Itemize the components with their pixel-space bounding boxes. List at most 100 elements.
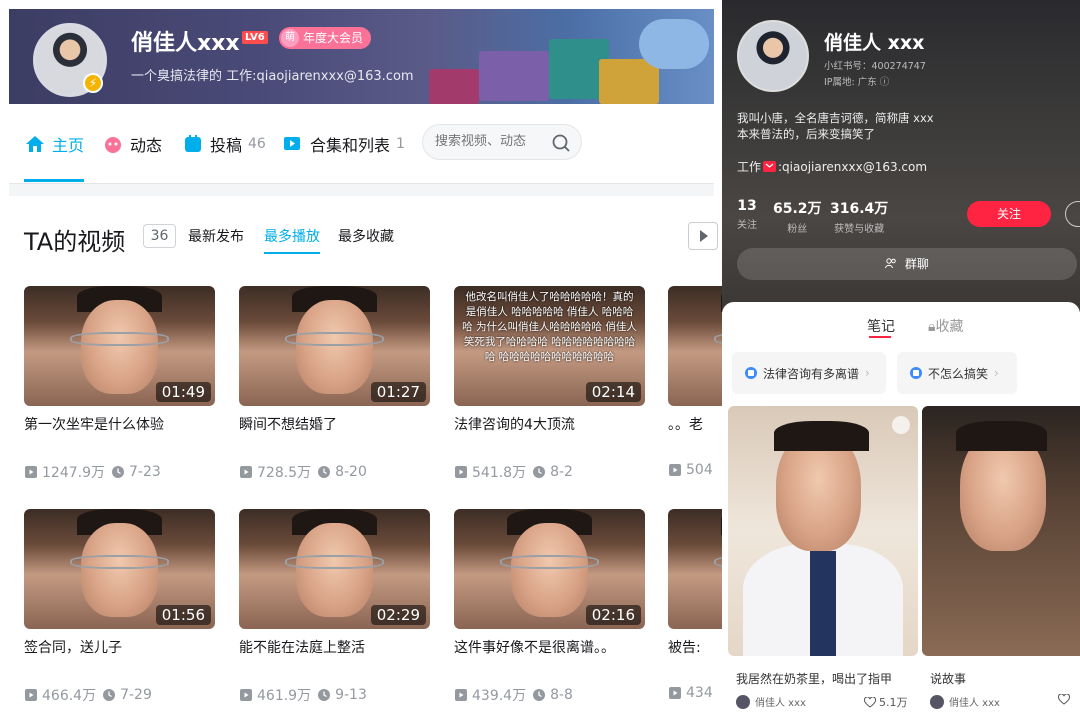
stat-fans[interactable]: 65.2万 粉丝 [773, 198, 822, 235]
profile-header: 俏佳人 xxx 小红书号：400274747 IP属地: 广东 ⓘ 我叫小唐，全… [722, 0, 1080, 312]
search-input[interactable] [435, 134, 545, 149]
video-thumbnail[interactable]: 02:29 [239, 509, 430, 629]
stat-label: 粉丝 [787, 224, 808, 235]
video-duration: 01:27 [370, 382, 426, 402]
stat-following[interactable]: 13 关注 [737, 198, 757, 231]
video-thumbnail[interactable]: 02:16 [454, 509, 645, 629]
tab-dynamic[interactable]: 动态 [103, 132, 162, 156]
tab-collections[interactable]: 合集和列表 1 [283, 132, 405, 156]
tab-dynamic-label: 动态 [130, 136, 163, 155]
group-chat-button[interactable]: 群聊 [737, 248, 1077, 280]
upload-date: 9-13 [335, 687, 367, 703]
video-thumbnail[interactable] [668, 286, 722, 406]
work-contact: 工作 :qiaojiarenxxx@163.com [737, 158, 927, 175]
video-profile-panel: ⚡ 俏佳人xxx LV6 萌 年度大会员 一个臭搞法律的 工作:qiaojiar… [0, 0, 722, 728]
dynamic-icon [105, 137, 121, 153]
level-badge: LV6 [242, 31, 268, 44]
video-thumbnail[interactable] [668, 509, 722, 629]
video-title[interactable]: 瞬间不想结婚了 [239, 414, 337, 434]
chevron-right-icon: › [994, 366, 999, 380]
notes-profile-panel: 俏佳人 xxx 小红书号：400274747 IP属地: 广东 ⓘ 我叫小唐，全… [722, 0, 1080, 728]
video-title[interactable]: 被告: [668, 637, 701, 657]
video-meta: 1247.9万 7-23 [24, 462, 161, 482]
info-icon[interactable]: ⓘ [880, 77, 890, 88]
tab-home-label: 主页 [52, 136, 85, 155]
tab-posts[interactable]: 投稿 46 [183, 132, 266, 156]
sort-indicator [264, 252, 320, 254]
upload-date: 7-29 [120, 687, 152, 703]
view-count: 461.9万 [257, 688, 312, 704]
note-likes[interactable] [1058, 694, 1073, 705]
video-title[interactable]: 能不能在法庭上整活 [239, 637, 365, 657]
play-count-icon [25, 689, 37, 701]
tab-home[interactable]: 主页 [25, 132, 84, 156]
video-title[interactable]: 签合同，送儿子 [24, 637, 122, 657]
play-all-button[interactable] [688, 222, 718, 250]
author-avatar [736, 694, 750, 709]
note-author[interactable]: 俏佳人 xxx [736, 694, 806, 709]
note-image-hair [956, 421, 1048, 451]
collection-icon [745, 367, 757, 379]
tab-favorites[interactable]: 🔒︎收藏 [928, 316, 963, 336]
collection-legal[interactable]: 法律咨询有多离谱 › [732, 352, 886, 394]
stat-value: 316.4万 [830, 201, 889, 217]
thumbnail-subtitles: 他改名叫俏佳人了哈哈哈哈哈！真的是俏佳人 哈哈哈哈哈 俏佳人 哈哈哈哈 为什么叫… [462, 291, 637, 363]
note-card[interactable] [922, 406, 1080, 656]
stat-label: 获赞与收藏 [834, 224, 885, 235]
video-thumbnail[interactable]: 01:56 [24, 509, 215, 629]
tab-notes[interactable]: 笔记 [867, 316, 895, 336]
video-title[interactable]: 第一次坐牢是什么体验 [24, 414, 164, 434]
sort-newest[interactable]: 最新发布 [188, 226, 244, 246]
ip-location: IP属地: 广东 ⓘ [824, 74, 889, 88]
view-count: 728.5万 [257, 465, 312, 481]
note-image-hair [773, 421, 869, 451]
tab-posts-label: 投稿 [210, 136, 243, 155]
thumbnail-glasses [69, 331, 170, 346]
note-image-tie [809, 551, 837, 656]
video-count: 36 [143, 224, 176, 248]
sort-most-favorited[interactable]: 最多收藏 [338, 226, 394, 246]
more-button[interactable] [1065, 201, 1080, 227]
clock-icon [318, 466, 331, 478]
play-count-icon [455, 689, 467, 701]
stat-label: 关注 [737, 220, 757, 231]
sort-most-played[interactable]: 最多播放 [264, 226, 320, 246]
video-duration: 02:14 [585, 382, 641, 402]
work-label: 工作 [737, 160, 762, 174]
thumbnail-glasses [284, 331, 385, 346]
video-title[interactable]: 这件事好像不是很离谱。。 [454, 637, 615, 657]
vip-badge[interactable]: 萌 年度大会员 [279, 27, 372, 49]
notes-sheet: 笔记 🔒︎收藏 法律咨询有多离谱 › 不怎么搞笑 › 我居然在奶茶里，喝出了指甲 [722, 302, 1080, 728]
play-count-icon [455, 466, 467, 478]
avatar[interactable] [737, 20, 809, 92]
thumbnail-face [296, 523, 373, 617]
home-icon [26, 136, 44, 152]
thumbnail-glasses [284, 554, 385, 569]
play-count-icon [25, 466, 37, 478]
video-thumbnail[interactable]: 他改名叫俏佳人了哈哈哈哈哈！真的是俏佳人 哈哈哈哈哈 俏佳人 哈哈哈哈 为什么叫… [454, 286, 645, 406]
search-icon[interactable] [551, 133, 571, 153]
stat-likes[interactable]: 316.4万 获赞与收藏 [830, 198, 888, 235]
video-title[interactable]: 。。老 [668, 414, 703, 434]
collection-icon [910, 367, 922, 379]
view-count: 504 [686, 462, 713, 478]
note-card[interactable] [728, 406, 918, 656]
note-author[interactable]: 俏佳人 xxx [930, 694, 1000, 709]
upload-date: 8-2 [550, 464, 573, 480]
work-email: :qiaojiarenxxx@163.com [778, 159, 928, 174]
note-likes[interactable]: 5.1万 [864, 694, 908, 710]
thumbnail-face [296, 300, 373, 394]
bio-line: 我叫小唐，全名唐吉诃德，简称唐 xxx [737, 111, 934, 125]
clock-icon [533, 466, 546, 478]
video-title[interactable]: 法律咨询的4大顶流 [454, 414, 575, 434]
video-meta: 461.9万 9-13 [239, 685, 367, 705]
collection-funny[interactable]: 不怎么搞笑 › [897, 352, 1017, 394]
video-thumbnail[interactable]: 01:27 [239, 286, 430, 406]
video-duration: 01:56 [155, 605, 211, 625]
vip-badge-label: 年度大会员 [303, 31, 364, 45]
active-tab-indicator [24, 179, 84, 182]
play-count-icon [240, 689, 252, 701]
active-tab-indicator [869, 336, 891, 338]
video-thumbnail[interactable]: 01:49 [24, 286, 215, 406]
follow-button[interactable]: 关注 [967, 201, 1051, 227]
